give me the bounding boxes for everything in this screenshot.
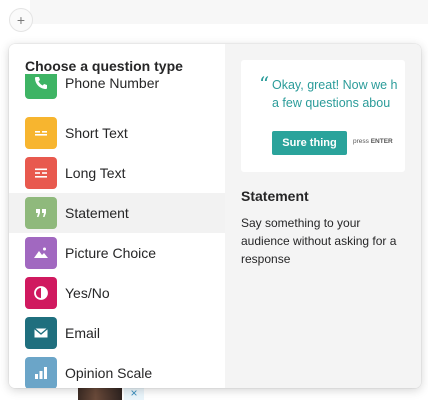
question-type-statement[interactable]: Statement: [9, 193, 225, 233]
plus-icon: +: [16, 12, 26, 28]
long-text-icon: [25, 157, 57, 189]
question-type-list[interactable]: Phone Number Short Text Long Text Statem…: [9, 74, 225, 388]
picture-icon: [25, 237, 57, 269]
press-hint-prefix: press: [353, 138, 369, 145]
email-icon: [25, 317, 57, 349]
detail-title: Statement: [241, 188, 309, 204]
question-type-label: Phone Number: [65, 75, 160, 91]
question-type-list-panel: Choose a question type Phone Number Shor…: [9, 44, 225, 388]
preview-text-line: a few questions abou: [272, 96, 391, 110]
question-type-yes-no[interactable]: Yes/No: [9, 273, 225, 313]
statement-preview: “ Okay, great! Now we h a few questions …: [241, 60, 405, 172]
yes-no-icon: [25, 277, 57, 309]
question-type-long-text[interactable]: Long Text: [9, 153, 225, 193]
question-type-label: Statement: [65, 205, 129, 221]
top-bar: [0, 0, 428, 24]
question-type-email[interactable]: Email: [9, 313, 225, 353]
question-type-opinion-scale[interactable]: Opinion Scale: [9, 353, 225, 388]
question-type-short-text[interactable]: Short Text: [9, 113, 225, 153]
popup-heading: Choose a question type: [25, 58, 183, 74]
quote-mark-icon: “: [259, 72, 270, 96]
preview-text-line: Okay, great! Now we h: [272, 78, 398, 92]
question-type-label: Yes/No: [65, 285, 110, 301]
question-type-phone-number[interactable]: Phone Number: [9, 74, 225, 103]
question-type-label: Email: [65, 325, 101, 341]
preview-text: Okay, great! Now we h a few questions ab…: [272, 76, 405, 112]
question-type-label: Long Text: [65, 165, 126, 181]
quote-icon: [25, 197, 57, 229]
top-bar-strip: [30, 0, 428, 24]
background-close-icon[interactable]: ×: [124, 386, 144, 400]
preview-sure-thing-button: Sure thing: [272, 131, 347, 155]
question-type-picture-choice[interactable]: Picture Choice: [9, 233, 225, 273]
question-type-label: Opinion Scale: [65, 365, 153, 381]
question-type-popup: Choose a question type Phone Number Shor…: [9, 44, 421, 388]
add-question-button[interactable]: +: [9, 8, 33, 32]
question-type-label: Picture Choice: [65, 245, 157, 261]
background-thumbnail: [78, 386, 122, 400]
press-enter-hint: press ENTER: [353, 138, 393, 145]
press-hint-key: ENTER: [370, 138, 393, 145]
phone-icon: [25, 74, 57, 99]
question-type-detail-panel: “ Okay, great! Now we h a few questions …: [225, 44, 421, 388]
question-type-label: Short Text: [65, 125, 128, 141]
short-text-icon: [25, 117, 57, 149]
bar-chart-icon: [25, 357, 57, 388]
detail-description: Say something to your audience without a…: [241, 216, 397, 266]
